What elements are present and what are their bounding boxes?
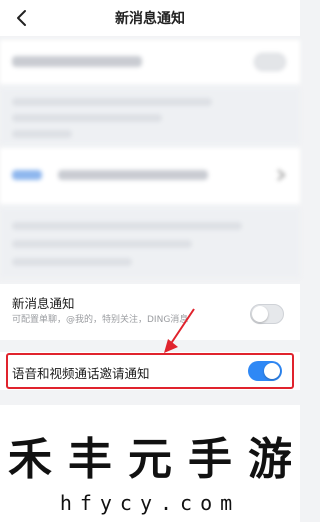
blurred-setting-row-2	[0, 148, 300, 204]
blurred-description	[0, 88, 300, 144]
new-message-toggle[interactable]	[250, 304, 284, 324]
page-title: 新消息通知	[115, 11, 185, 27]
setting-row-new-message[interactable]: 新消息通知 可配置单聊，@我的，特别关注，DING消息	[0, 284, 300, 340]
toggle-knob	[252, 306, 268, 322]
watermark-logo: 禾 丰 元 手 游	[8, 423, 292, 487]
blurred-badge	[12, 170, 42, 180]
blurred-text	[58, 170, 208, 180]
watermark: 禾 丰 元 手 游 hfycy.com	[0, 405, 300, 522]
watermark-char: 丰	[68, 434, 112, 485]
watermark-char: 游	[248, 434, 292, 485]
setting-title: 新消息通知	[12, 296, 75, 311]
blurred-setting-row	[0, 40, 300, 84]
watermark-char: 禾	[8, 434, 52, 485]
annotation-arrow-icon	[164, 308, 195, 353]
chevron-left-icon	[17, 10, 26, 26]
blurred-description-2	[0, 208, 300, 278]
blurred-text	[12, 56, 142, 67]
watermark-char: 手	[188, 434, 232, 485]
blurred-settings-region	[0, 40, 300, 280]
chevron-right-icon	[277, 169, 286, 181]
blurred-toggle	[254, 53, 286, 71]
watermark-url: hfycy.com	[59, 491, 241, 515]
watermark-char: 元	[128, 434, 172, 485]
highlight-box	[6, 353, 294, 389]
top-bar: 新消息通知	[0, 0, 300, 36]
back-button[interactable]	[10, 6, 34, 30]
